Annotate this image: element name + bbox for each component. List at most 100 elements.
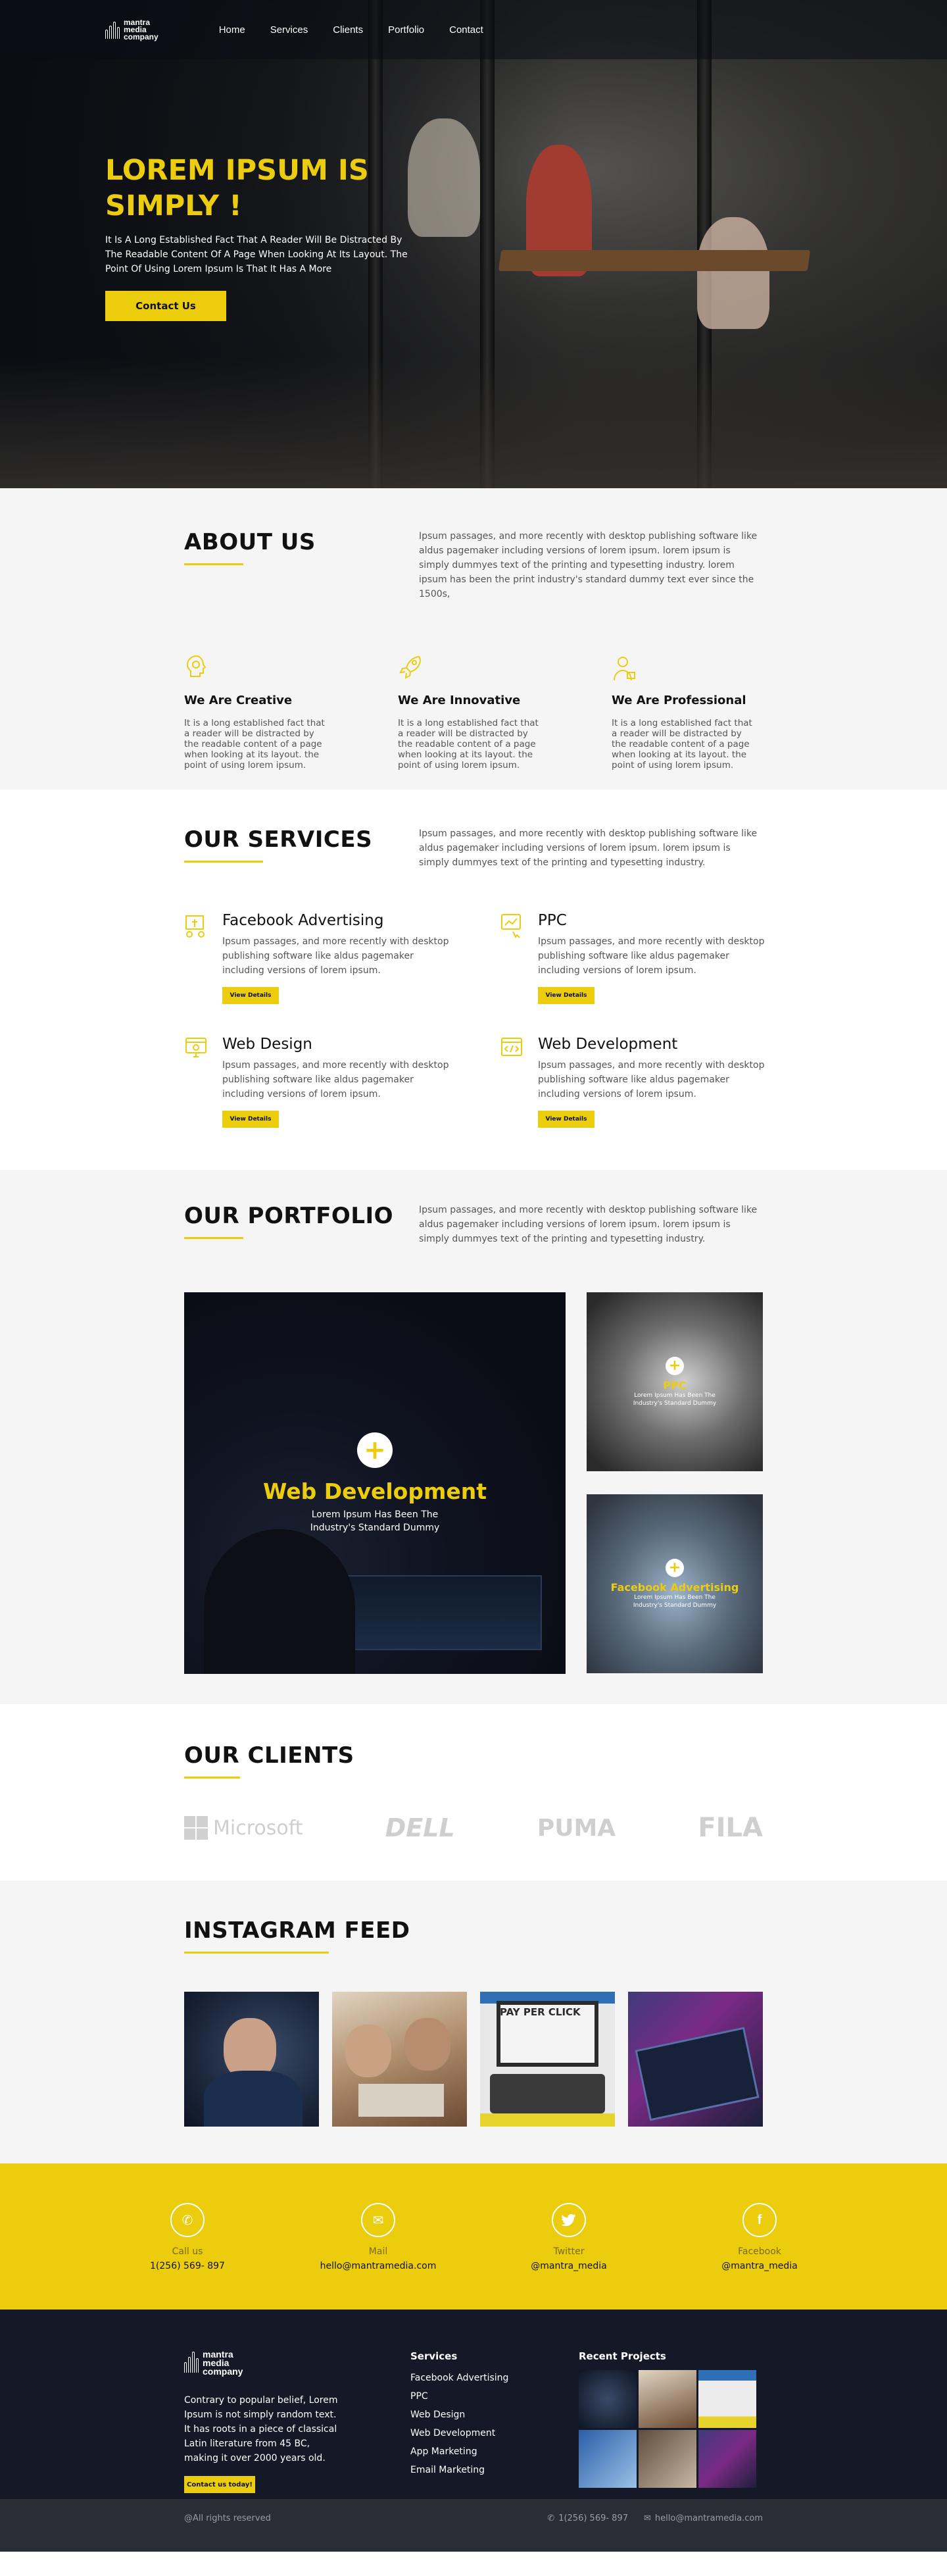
- footer-service-link[interactable]: Facebook Advertising: [410, 2369, 579, 2387]
- view-details-button[interactable]: View Details: [538, 987, 595, 1004]
- contact-label: Twitter: [553, 2246, 585, 2257]
- brand-logo[interactable]: mantra media company: [105, 17, 158, 41]
- plus-icon: +: [666, 1558, 684, 1577]
- footer-logo[interactable]: mantra media company: [184, 2350, 410, 2376]
- service-title: Web Development: [538, 1036, 678, 1053]
- nav-links: Home Services Clients Portfolio Contact: [219, 24, 483, 36]
- mail-icon[interactable]: ✉: [361, 2203, 395, 2237]
- rocket-icon: [399, 655, 422, 679]
- title-underline: [184, 563, 243, 565]
- hero-text: It Is A Long Established Fact That A Rea…: [105, 235, 408, 274]
- instagram-post[interactable]: [332, 1992, 467, 2127]
- feature-text: It is a long established fact that a rea…: [184, 718, 325, 770]
- service-web-design: Web Design Ipsum passages, and more rece…: [184, 1036, 500, 1128]
- contact-value[interactable]: hello@mantramedia.com: [306, 2261, 450, 2271]
- footer-contact-button[interactable]: Contact us today!: [184, 2476, 255, 2493]
- footer-email[interactable]: ✉ hello@mantramedia.com: [644, 2513, 763, 2523]
- contact-label: Mail: [368, 2246, 388, 2257]
- footer-recent-heading: Recent Projects: [579, 2350, 666, 2362]
- service-title: PPC: [538, 912, 567, 929]
- nav-portfolio[interactable]: Portfolio: [388, 24, 424, 36]
- logo-bars-icon: [184, 2351, 199, 2373]
- recent-project-thumb[interactable]: [579, 2430, 637, 2488]
- contact-facebook: f Facebook @mantra_media: [687, 2203, 832, 2271]
- recent-project-thumb[interactable]: [698, 2370, 756, 2428]
- web-development-icon: [501, 1038, 522, 1056]
- services-description: Ipsum passages, and more recently with d…: [419, 828, 758, 868]
- portfolio-item-facebook-advertising[interactable]: + Facebook Advertising Lorem Ipsum Has B…: [587, 1494, 763, 1673]
- professional-person-icon: [614, 657, 635, 681]
- title-underline: [184, 1952, 329, 1954]
- recent-project-thumb[interactable]: [639, 2430, 696, 2488]
- mail-icon: ✉: [644, 2513, 651, 2523]
- recent-project-thumb[interactable]: [698, 2430, 756, 2488]
- contact-value[interactable]: @mantra_media: [687, 2261, 832, 2271]
- clients-title: OUR CLIENTS: [184, 1742, 354, 1769]
- feature-title: We Are Innovative: [398, 694, 521, 707]
- feature-text: It is a long established fact that a rea…: [612, 718, 752, 770]
- footer: mantra media company Contrary to popular b…: [0, 2310, 947, 2499]
- facebook-icon[interactable]: f: [742, 2203, 777, 2237]
- recent-projects-grid: [579, 2370, 760, 2488]
- phone-icon[interactable]: ✆: [170, 2203, 205, 2237]
- logo-text: mantra media company: [124, 17, 158, 41]
- service-text: Ipsum passages, and more recently with d…: [222, 936, 449, 976]
- footer-phone[interactable]: ✆ 1(256) 569- 897: [547, 2513, 628, 2523]
- instagram-section: INSTAGRAM FEED PAY PER CLICK: [0, 1881, 947, 2163]
- portfolio-item-subtitle: Lorem Ipsum Has Been The Industry's Stan…: [633, 1594, 717, 1609]
- top-navigation: mantra media company Home Services Clients…: [0, 0, 947, 59]
- microsoft-logo-icon: [184, 1816, 208, 1840]
- contact-value[interactable]: 1(256) 569- 897: [115, 2261, 260, 2271]
- lightbulb-head-icon: [186, 655, 206, 677]
- feature-title: We Are Creative: [184, 694, 293, 707]
- view-details-button[interactable]: View Details: [222, 1111, 279, 1128]
- hero-floor: [0, 357, 947, 488]
- logo-bars-icon: [105, 20, 120, 39]
- footer-service-link[interactable]: Web Design: [410, 2406, 579, 2424]
- feature-title: We Are Professional: [612, 694, 746, 707]
- nav-clients[interactable]: Clients: [333, 24, 363, 36]
- footer-service-link[interactable]: Email Marketing: [410, 2461, 579, 2479]
- services-section: OUR SERVICES Ipsum passages, and more re…: [0, 790, 947, 1170]
- feature-text: It is a long established fact that a rea…: [398, 718, 539, 770]
- clients-section: OUR CLIENTS Microsoft DELL PUMA FILA: [0, 1704, 947, 1881]
- portfolio-item-web-development[interactable]: + Web Development Lorem Ipsum Has Been T…: [184, 1292, 566, 1674]
- footer-about-text: Contrary to popular belief, Lorem Ipsum …: [184, 2395, 338, 2463]
- instagram-post[interactable]: [184, 1992, 319, 2127]
- hero-section: mantra media company Home Services Clients…: [0, 0, 947, 488]
- service-facebook-advertising: Facebook Advertising Ipsum passages, and…: [184, 912, 500, 1004]
- client-logo-dell: DELL: [385, 1813, 455, 1842]
- instagram-ppc-text: PAY PER CLICK: [500, 2006, 581, 2018]
- nav-home[interactable]: Home: [219, 24, 245, 36]
- portfolio-item-subtitle: Lorem Ipsum Has Been The Industry's Stan…: [310, 1509, 440, 1533]
- instagram-post[interactable]: [628, 1992, 763, 2127]
- contact-twitter: Twitter @mantra_media: [497, 2203, 641, 2271]
- feature-professional: We Are Professional It is a long establi…: [612, 654, 763, 770]
- recent-project-thumb[interactable]: [579, 2370, 637, 2428]
- service-text: Ipsum passages, and more recently with d…: [538, 1060, 765, 1099]
- portfolio-description: Ipsum passages, and more recently with d…: [419, 1205, 758, 1244]
- nav-services[interactable]: Services: [270, 24, 308, 36]
- bottom-bar: @All rights reserved ✆ 1(256) 569- 897 ✉ h…: [0, 2499, 947, 2552]
- contact-call: ✆ Call us 1(256) 569- 897: [115, 2203, 260, 2271]
- view-details-button[interactable]: View Details: [222, 987, 279, 1004]
- footer-service-link[interactable]: PPC: [410, 2387, 579, 2406]
- service-text: Ipsum passages, and more recently with d…: [538, 936, 765, 976]
- feature-innovative: We Are Innovative It is a long establish…: [398, 654, 549, 770]
- footer-service-link[interactable]: Web Development: [410, 2424, 579, 2442]
- portfolio-item-subtitle: Lorem Ipsum Has Been The Industry's Stan…: [633, 1392, 717, 1407]
- footer-service-link[interactable]: App Marketing: [410, 2442, 579, 2461]
- twitter-icon[interactable]: [552, 2203, 586, 2237]
- view-details-button[interactable]: View Details: [538, 1111, 595, 1128]
- nav-contact[interactable]: Contact: [449, 24, 483, 36]
- instagram-post[interactable]: PAY PER CLICK: [480, 1992, 615, 2127]
- contact-label: Facebook: [738, 2246, 781, 2257]
- plus-icon: +: [666, 1356, 684, 1375]
- title-underline: [184, 861, 263, 863]
- recent-project-thumb[interactable]: [639, 2370, 696, 2428]
- service-text: Ipsum passages, and more recently with d…: [222, 1060, 449, 1099]
- hero-contact-button[interactable]: Contact Us: [105, 291, 226, 321]
- portfolio-item-ppc[interactable]: + PPC Lorem Ipsum Has Been The Industry'…: [587, 1292, 763, 1471]
- facebook-ads-icon: [185, 915, 205, 938]
- contact-value[interactable]: @mantra_media: [497, 2261, 641, 2271]
